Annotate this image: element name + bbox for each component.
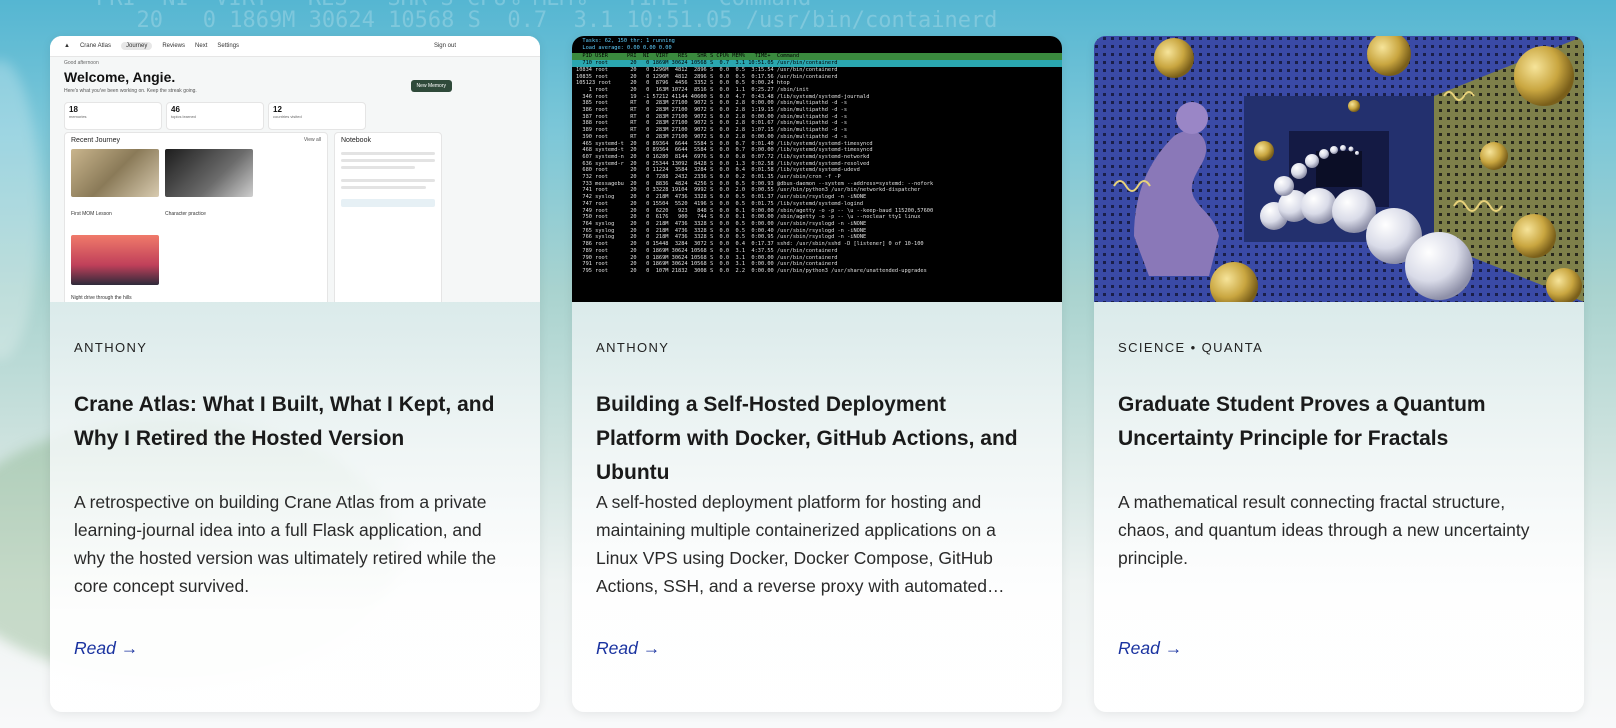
thumb-welcome: Welcome, Angie. bbox=[64, 69, 176, 85]
terminal-row: 386 root RT 0 283M 27100 9072 S 0.0 2.8 … bbox=[576, 107, 848, 114]
terminal-row: 786 root 20 0 15448 3284 3072 S 0.0 0.4 … bbox=[576, 241, 924, 248]
thumb-caption: First MOM Lesson bbox=[71, 211, 112, 217]
read-link[interactable]: Read → bbox=[596, 638, 660, 659]
thumb-recent-journey: Recent Journey View all First MOM Lesson… bbox=[64, 132, 328, 302]
bg-terminal-line: 20 0 1869M 30624 10568 S 0.7 3.1 10:51.0… bbox=[110, 8, 998, 33]
terminal-row: 766 syslog 20 0 218M 4736 3328 S 0.0 0.5… bbox=[576, 234, 867, 241]
card-description: A mathematical result connecting fractal… bbox=[1118, 492, 1530, 568]
thumb-nav-item: Reviews bbox=[162, 43, 186, 49]
terminal-row: 390 root RT 0 283M 27100 9072 S 0.0 2.8 … bbox=[576, 133, 848, 140]
terminal-row: 732 root 20 0 7288 2432 2336 S 0.0 0.2 0… bbox=[576, 174, 841, 181]
terminal-row: 346 root 19 -1 57212 41144 40600 S 0.0 4… bbox=[576, 93, 870, 100]
terminal-row: 791 root 20 0 1869M 30624 10568 S 0.0 3.… bbox=[576, 261, 838, 268]
terminal-row: 10835 root 20 0 1296M 4812 2896 S 0.0 0.… bbox=[576, 73, 838, 80]
terminal-row: 387 root RT 0 283M 27100 9072 S 0.0 2.8 … bbox=[576, 113, 848, 120]
thumb-photo bbox=[71, 235, 159, 285]
terminal-row: 607 systemd-n 20 0 16280 8144 6976 S 0.0… bbox=[576, 153, 870, 160]
thumb-app-name: Crane Atlas bbox=[79, 43, 111, 49]
terminal-row: 790 root 20 0 1869M 30624 10568 S 0.0 3.… bbox=[576, 254, 838, 261]
thumb-caption: Character practice bbox=[165, 211, 206, 217]
thumb-logo-icon: ▲ bbox=[64, 43, 70, 49]
terminal-row: 465 systemd-t 20 0 89364 6644 5584 S 0.0… bbox=[576, 140, 873, 147]
thumb-view-all: View all bbox=[303, 137, 321, 143]
terminal-row: 747 root 20 0 15504 5520 4196 S 0.0 0.5 … bbox=[576, 200, 864, 207]
article-card[interactable]: SCIENCE • QUANTA Graduate Student Proves… bbox=[1094, 36, 1584, 712]
card-meta: ANTHONY bbox=[74, 340, 148, 355]
terminal-row: 105123 root 20 0 8796 4456 3352 S 0.0 0.… bbox=[576, 80, 790, 87]
article-card[interactable]: Tasks: 62, 150 thr; 1 running Load avera… bbox=[572, 36, 1062, 712]
article-card[interactable]: ▲ Crane Atlas Journey Reviews Next Setti… bbox=[50, 36, 540, 712]
thumb-new-entry-button: New Memory bbox=[410, 80, 452, 92]
thumb-stat-topics: 46 topics learned bbox=[166, 102, 264, 130]
terminal-row: 765 syslog 20 0 218M 4736 3328 S 0.0 0.5… bbox=[576, 227, 867, 234]
card-thumbnail-terminal: Tasks: 62, 150 thr; 1 running Load avera… bbox=[572, 36, 1062, 302]
thumb-stat-memories: 18 memories bbox=[64, 102, 162, 130]
terminal-row: 1 root 20 0 163M 10724 8516 S 0.0 1.1 0:… bbox=[576, 86, 809, 93]
card-thumbnail-app-ui: ▲ Crane Atlas Journey Reviews Next Setti… bbox=[50, 36, 540, 302]
fractal-illustration bbox=[1094, 36, 1584, 302]
card-meta: SCIENCE • QUANTA bbox=[1118, 340, 1264, 355]
terminal-row: 742 syslog 20 0 218M 4736 3328 S 0.0 0.5… bbox=[576, 194, 867, 201]
terminal-row: 10834 root 20 0 1296M 4812 2896 S 0.0 0.… bbox=[576, 66, 838, 73]
read-link[interactable]: Read → bbox=[74, 638, 138, 659]
terminal-row: 388 root RT 0 283M 27100 9072 S 0.0 2.8 … bbox=[576, 120, 848, 127]
thumb-recent-title: Recent Journey bbox=[71, 137, 121, 144]
terminal-column-header: PID USER PRI NI VIRT RES SHR S CPU% MEM%… bbox=[572, 53, 1062, 61]
thumb-nav-item: Settings bbox=[217, 43, 240, 49]
terminal-selected-row: 710 root 20 0 1869M 30624 10568 S 0.7 3.… bbox=[572, 60, 1062, 67]
thumb-photo bbox=[71, 149, 159, 197]
thumb-welcome-sub: Here's what you've been working on. Keep… bbox=[64, 88, 197, 94]
terminal-row: 749 root 20 0 6220 923 848 S 0.0 0.1 0:0… bbox=[576, 207, 934, 214]
card-title[interactable]: Crane Atlas: What I Built, What I Kept, … bbox=[74, 388, 514, 456]
thumb-nav: ▲ Crane Atlas Journey Reviews Next Setti… bbox=[50, 36, 540, 57]
card-description: A self-hosted deployment platform for ho… bbox=[596, 492, 1005, 596]
card-thumbnail-fractal-art bbox=[1094, 36, 1584, 302]
terminal-row: 733 messagebu 20 0 8836 4824 4256 S 0.0 … bbox=[576, 180, 934, 187]
terminal-rows: 10834 root 20 0 1296M 4812 2896 S 0.0 0.… bbox=[572, 67, 1062, 275]
read-link[interactable]: Read → bbox=[1118, 638, 1182, 659]
terminal-row: 741 root 20 0 33228 19104 9992 S 0.0 2.0… bbox=[576, 187, 921, 194]
card-title[interactable]: Building a Self-Hosted Deployment Platfo… bbox=[596, 388, 1036, 490]
thumb-nav-item: Journey bbox=[120, 42, 153, 50]
terminal-row: 764 syslog 20 0 218M 4736 3328 S 0.0 0.5… bbox=[576, 220, 867, 227]
thumb-stat-countries: 12 countries visited bbox=[268, 102, 366, 130]
terminal-header: Tasks: 62, 150 thr; 1 running Load avera… bbox=[582, 38, 675, 51]
terminal-row: 680 root 20 0 11224 3584 3284 S 0.0 0.4 … bbox=[576, 167, 860, 174]
card-title[interactable]: Graduate Student Proves a Quantum Uncert… bbox=[1118, 388, 1558, 456]
thumb-caption: Night drive through the hills bbox=[71, 295, 132, 301]
terminal-row: 385 root RT 0 283M 27100 9072 S 0.0 2.8 … bbox=[576, 100, 848, 107]
thumb-nav-item: Next bbox=[195, 43, 208, 49]
thumb-notebook-title: Notebook bbox=[341, 137, 371, 144]
thumb-notebook: Notebook bbox=[334, 132, 442, 302]
thumb-greeting-sub: Good afternoon bbox=[64, 60, 99, 66]
card-meta: ANTHONY bbox=[596, 340, 670, 355]
card-description: A retrospective on building Crane Atlas … bbox=[74, 492, 497, 596]
terminal-row: 468 systemd-t 20 0 89364 6644 5584 S 0.0… bbox=[576, 147, 873, 154]
terminal-row: 389 root RT 0 283M 27100 9072 S 0.0 2.8 … bbox=[576, 127, 848, 134]
article-card-grid: ▲ Crane Atlas Journey Reviews Next Setti… bbox=[50, 36, 1586, 712]
terminal-row: 636 systemd-r 20 0 25344 13092 8428 S 0.… bbox=[576, 160, 870, 167]
thumb-signout: Sign out bbox=[433, 43, 456, 49]
thumb-photo bbox=[165, 149, 253, 197]
terminal-row: 750 root 20 0 6176 900 744 S 0.0 0.1 0:0… bbox=[576, 214, 921, 221]
terminal-row: 795 root 20 0 107M 21832 3008 S 0.0 2.2 … bbox=[576, 267, 927, 274]
terminal-row: 789 root 20 0 1869M 30624 10568 S 0.0 3.… bbox=[576, 247, 838, 254]
